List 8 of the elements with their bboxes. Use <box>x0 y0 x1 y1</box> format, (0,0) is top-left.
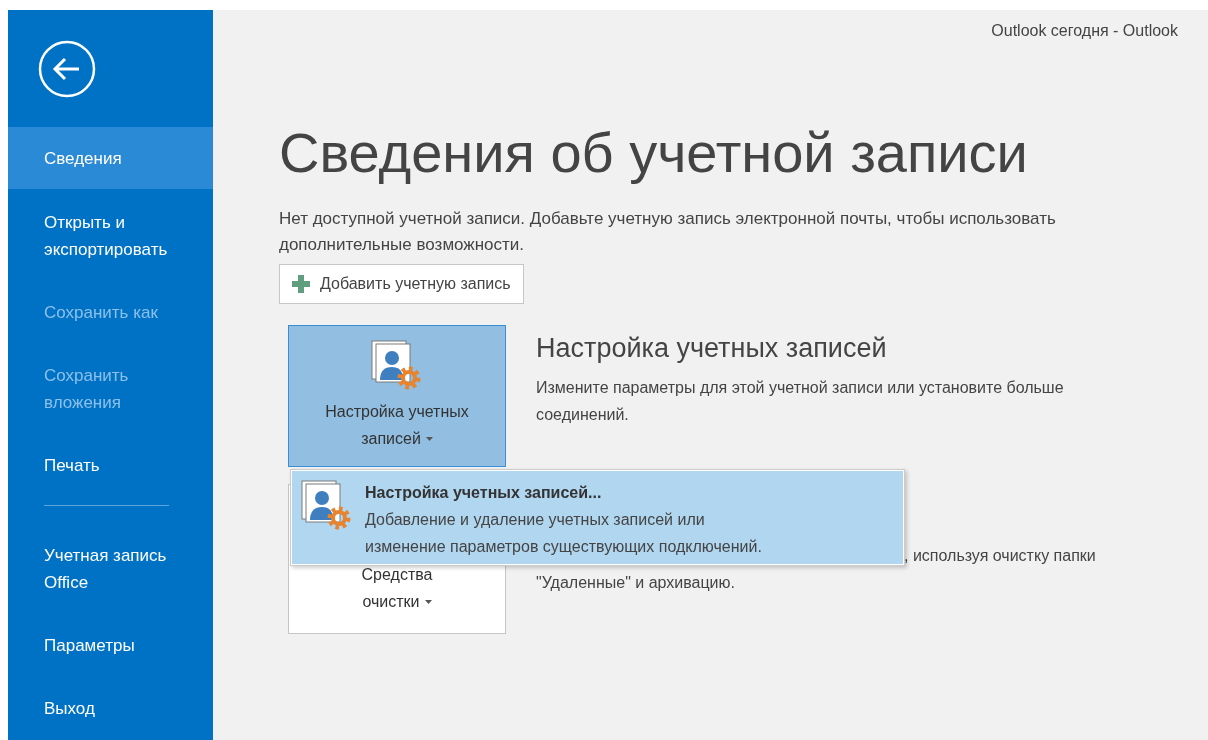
window-title: Outlook сегодня - Outlook <box>991 22 1178 40</box>
page-title: Сведения об учетной записи <box>279 120 1028 186</box>
notice-text: Нет доступной учетной записи. Добавьте учетную запись электронной почты, чтобы использовать дополнительные возможности. <box>279 208 1057 256</box>
section-description: соединений. <box>536 405 630 425</box>
section-description: "Удаленные" и архивацию. <box>536 573 736 593</box>
section-description: Измените параметры для этой учетной записи или установите больше <box>536 378 1065 398</box>
section-heading: Настройка учетных записей <box>536 333 888 364</box>
section-description: , используя очистку папки <box>904 546 1097 566</box>
